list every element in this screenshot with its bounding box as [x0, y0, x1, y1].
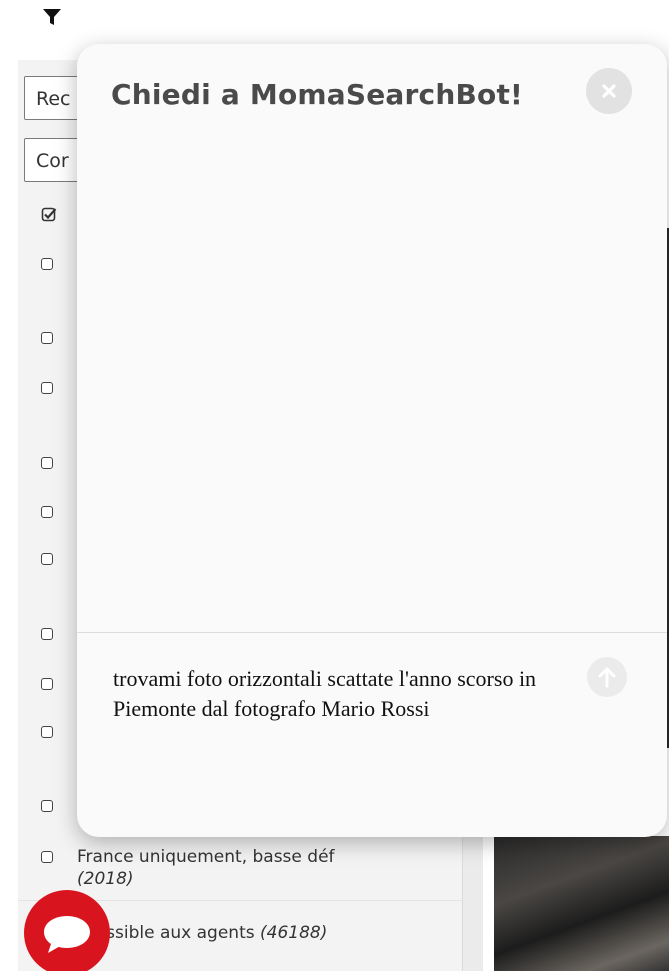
- filter-icon[interactable]: [41, 6, 63, 28]
- filter-checkbox[interactable]: [41, 457, 53, 469]
- filter-label: France uniquement, basse déf: [77, 847, 335, 867]
- filter-count: (2018): [77, 869, 134, 889]
- chat-bubble-icon: [44, 916, 90, 953]
- chat-modal: Chiedi a MomaSearchBot! trovami foto ori…: [77, 44, 667, 837]
- chat-messages-area: [77, 144, 667, 631]
- filter-checkbox[interactable]: [41, 726, 53, 738]
- filter-checkbox[interactable]: [41, 628, 53, 640]
- filter-checkbox[interactable]: [41, 851, 53, 863]
- filter-checkbox[interactable]: [41, 258, 53, 270]
- close-icon: [602, 84, 616, 98]
- filter-row-label: France uniquement, basse déf (2018): [77, 846, 335, 890]
- send-button[interactable]: [587, 657, 627, 697]
- filter-checkbox[interactable]: [41, 382, 53, 394]
- select-all-checkbox[interactable]: [41, 206, 57, 222]
- filter-row-label: ccessible aux agents (46188): [77, 922, 327, 944]
- input-divider: [77, 632, 667, 633]
- filter-count: (46188): [260, 923, 328, 943]
- close-button[interactable]: [586, 68, 632, 114]
- filter-checkbox[interactable]: [41, 506, 53, 518]
- filter-checkbox[interactable]: [41, 553, 53, 565]
- filter-checkbox[interactable]: [41, 332, 53, 344]
- chat-input[interactable]: trovami foto orizzontali scattate l'anno…: [113, 664, 553, 724]
- chat-button[interactable]: [24, 890, 110, 971]
- chat-modal-title: Chiedi a MomaSearchBot!: [111, 78, 523, 111]
- filter-checkbox[interactable]: [41, 678, 53, 690]
- filter-checkbox[interactable]: [41, 800, 53, 812]
- photo-thumbnail[interactable]: [494, 836, 669, 971]
- arrow-up-icon: [598, 667, 616, 688]
